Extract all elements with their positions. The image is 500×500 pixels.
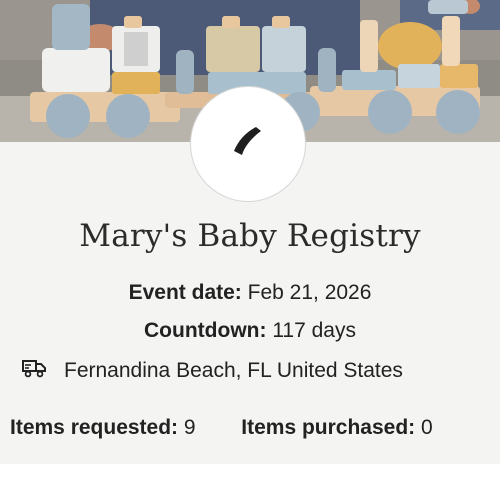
items-requested-label: Items requested: bbox=[10, 416, 179, 439]
items-purchased-label: Items purchased: bbox=[241, 416, 416, 439]
countdown: Countdown: 117 days bbox=[0, 319, 500, 343]
registry-stats: Items requested: 9 Items purchased: 0 bbox=[10, 416, 433, 440]
countdown-label: Countdown: bbox=[144, 319, 267, 342]
location-text: Fernandina Beach, FL United States bbox=[64, 359, 403, 382]
event-date-label: Event date: bbox=[128, 281, 242, 304]
registry-title: Mary's Baby Registry bbox=[79, 218, 421, 254]
event-date-value: Feb 21, 2026 bbox=[247, 281, 372, 304]
registry-avatar bbox=[190, 86, 306, 202]
items-requested-value: 9 bbox=[183, 416, 196, 439]
items-purchased-value: 0 bbox=[421, 416, 433, 439]
delivery-truck-icon bbox=[22, 358, 46, 384]
registry-location: Fernandina Beach, FL United States bbox=[22, 358, 403, 384]
registry-logo-icon bbox=[231, 125, 265, 164]
page-bottom bbox=[0, 464, 500, 500]
countdown-value: 117 days bbox=[272, 319, 356, 342]
event-date: Event date: Feb 21, 2026 bbox=[0, 281, 500, 305]
